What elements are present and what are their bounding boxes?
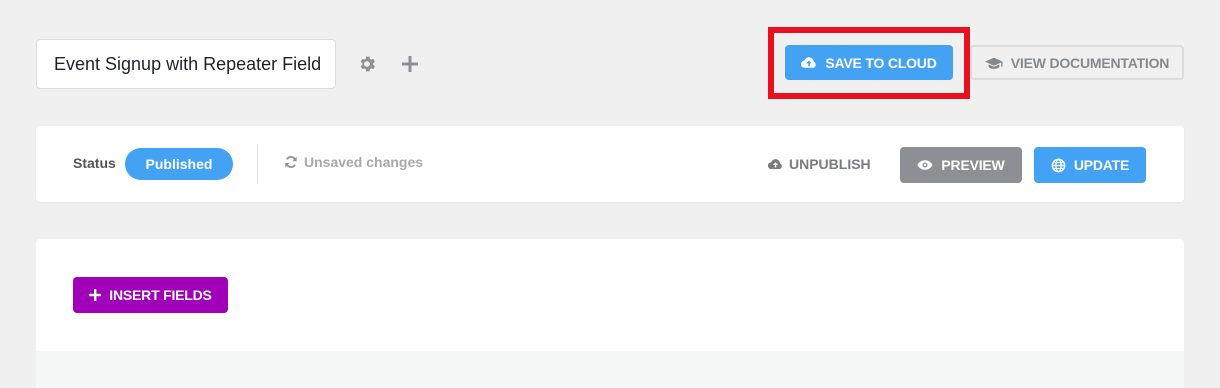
cloud-upload-icon [801,56,817,68]
form-title-text: Event Signup with Repeater Field [54,53,322,74]
settings-button[interactable] [355,52,379,76]
view-documentation-label: VIEW DOCUMENTATION [1010,54,1170,71]
eye-icon [917,160,934,170]
unsaved-changes-indicator: Unsaved changes [284,154,423,170]
globe-icon [1051,158,1066,172]
graduation-cap-icon [984,57,1003,69]
cloud-upload-icon [768,158,782,169]
preview-label: PREVIEW [941,157,1005,173]
view-documentation-button[interactable]: VIEW DOCUMENTATION [970,45,1184,80]
preview-button[interactable]: PREVIEW [900,147,1022,183]
form-title-input[interactable]: Event Signup with Repeater Field [36,39,336,89]
insert-fields-button[interactable]: INSERT FIELDS [73,277,228,313]
status-value: Published [145,156,213,172]
unsaved-changes-label: Unsaved changes [304,154,424,170]
unpublish-label: UNPUBLISH [789,156,871,172]
plus-icon [89,289,102,301]
update-label: UPDATE [1073,157,1130,173]
status-label: Status [73,155,116,171]
status-divider [257,144,258,184]
update-button[interactable]: UPDATE [1034,147,1146,183]
add-button[interactable] [398,52,422,76]
gear-icon [360,56,375,72]
save-to-cloud-button[interactable]: SAVE TO CLOUD [785,45,953,80]
form-editor-footer [36,351,1184,388]
insert-fields-label: INSERT FIELDS [109,287,212,303]
unpublish-button[interactable]: UNPUBLISH [768,156,871,172]
plus-icon [402,56,418,72]
status-badge: Published [125,148,233,180]
save-to-cloud-label: SAVE TO CLOUD [825,54,937,71]
refresh-icon [285,156,297,168]
